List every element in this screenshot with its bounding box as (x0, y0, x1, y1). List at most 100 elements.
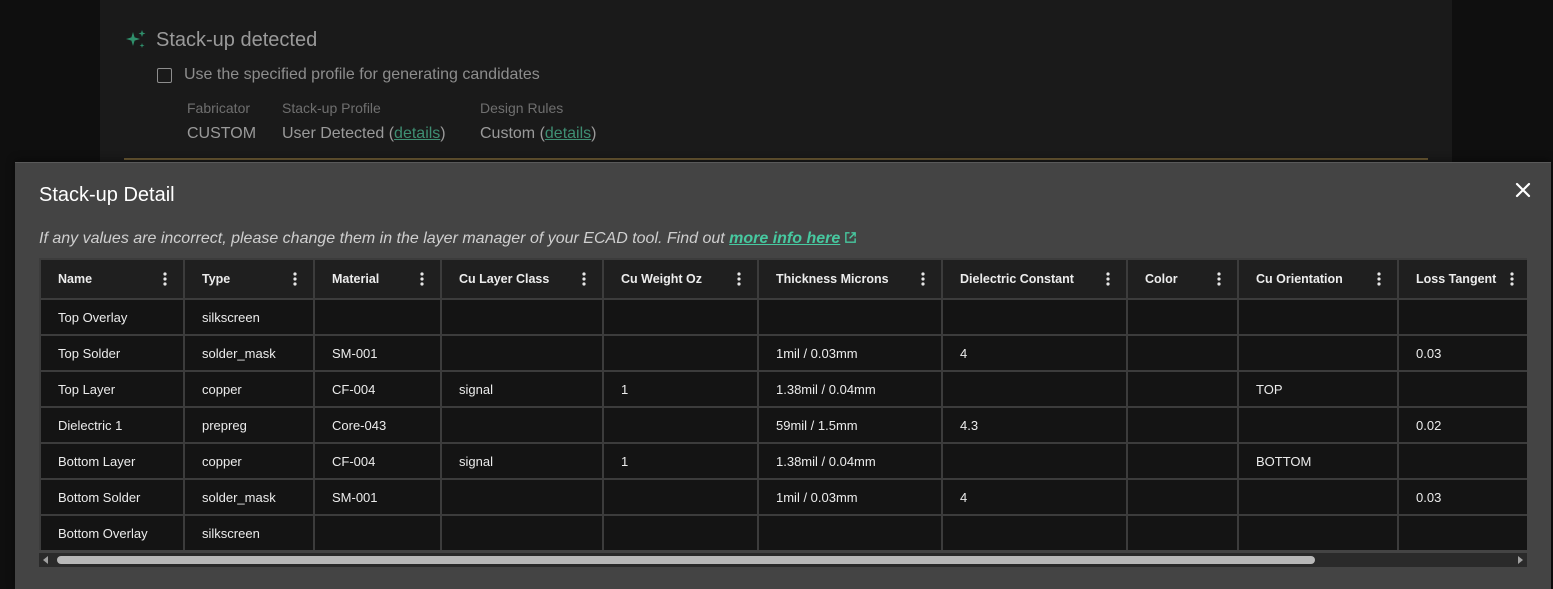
use-profile-label: Use the specified profile for generating… (184, 66, 540, 83)
scrollbar-thumb[interactable] (57, 556, 1315, 564)
column-header[interactable]: Thickness Microns (757, 258, 943, 300)
column-header[interactable]: Cu Weight Oz (602, 258, 759, 300)
column-header-content: Thickness Microns (776, 272, 940, 286)
column-header-label: Loss Tangent (1416, 272, 1497, 286)
table-cell: Top Layer (39, 370, 185, 408)
design-rules-label: Design Rules (480, 100, 564, 116)
table-cell (602, 478, 759, 516)
use-profile-checkbox[interactable] (157, 67, 172, 83)
table-row[interactable]: Bottom Solder solder_mask SM-001 1mil / 0.0… (39, 478, 1527, 516)
table-cell: 1.38mil / 0.04mm (757, 442, 943, 480)
horizontal-scrollbar[interactable] (39, 553, 1527, 567)
table-row[interactable]: Bottom Layer copper CF-004 signal 1 1.38mil /… (39, 442, 1527, 480)
column-header[interactable]: Name (39, 258, 185, 300)
table-cell: 1mil / 0.03mm (757, 334, 943, 372)
table-cell (941, 370, 1128, 408)
table-cell: CF-004 (313, 370, 442, 408)
table-row[interactable]: Top Overlay silkscreen (39, 298, 1527, 336)
stackup-detail-modal: Stack-up Detail If any values are incorr… (15, 162, 1551, 589)
fabricator-label: Fabricator (187, 100, 251, 116)
stackup-profile-label: Stack-up Profile (282, 100, 381, 116)
table-cell: 0.02 (1397, 406, 1527, 444)
table-cell: SM-001 (313, 478, 442, 516)
column-header-label: Name (58, 272, 93, 286)
table-body: Top Overlay silkscreen Top Solder solder_ma… (39, 298, 1527, 550)
table-cell (313, 298, 442, 336)
table-cell: Top Overlay (39, 298, 185, 336)
table-row[interactable]: Bottom Overlay silkscreen (39, 514, 1527, 550)
column-header-content: Type (202, 272, 312, 286)
stackup-table-container[interactable]: Name Type Material Cu Layer Class Cu Weight … (39, 258, 1527, 550)
column-menu-icon[interactable] (1377, 272, 1381, 286)
column-menu-icon[interactable] (293, 272, 297, 286)
column-header[interactable]: Color (1126, 258, 1239, 300)
table-cell (1237, 478, 1399, 516)
column-header[interactable]: Type (183, 258, 315, 300)
column-menu-icon[interactable] (163, 272, 167, 286)
table-cell: 0.03 (1397, 478, 1527, 516)
table-cell (440, 334, 604, 372)
stackup-detected-heading: Stack-up detected (124, 27, 317, 53)
close-icon[interactable] (1511, 178, 1535, 202)
table-cell: prepreg (183, 406, 315, 444)
table-cell: Bottom Overlay (39, 514, 185, 550)
column-header-label: Material (332, 272, 380, 286)
column-menu-icon[interactable] (1217, 272, 1221, 286)
table-cell (1397, 370, 1527, 408)
design-rules-field: Design Rules Custom (details) (480, 98, 596, 144)
column-header-content: Cu Weight Oz (621, 272, 756, 286)
table-cell: Bottom Solder (39, 478, 185, 516)
column-header-label: Cu Weight Oz (621, 272, 703, 286)
table-cell: silkscreen (183, 298, 315, 336)
stackup-profile-value-row: User Detected (details) (282, 125, 446, 142)
column-header-content: Loss Tangent (1416, 272, 1527, 286)
table-cell: copper (183, 370, 315, 408)
column-header-content: Color (1145, 272, 1236, 286)
table-cell (440, 478, 604, 516)
scroll-left-arrow[interactable] (43, 556, 48, 564)
use-profile-row[interactable]: Use the specified profile for generating… (157, 66, 540, 84)
table-cell: 1 (602, 370, 759, 408)
table-cell (440, 514, 604, 550)
table-row[interactable]: Top Layer copper CF-004 signal 1 1.38mil / 0.… (39, 370, 1527, 408)
column-header[interactable]: Cu Orientation (1237, 258, 1399, 300)
table-row[interactable]: Top Solder solder_mask SM-001 1mil / 0.03mm… (39, 334, 1527, 372)
notice-message: If any values are incorrect, please chan… (39, 230, 730, 247)
table-cell (757, 514, 943, 550)
column-header[interactable]: Material (313, 258, 442, 300)
column-menu-icon[interactable] (420, 272, 424, 286)
scroll-right-arrow[interactable] (1518, 556, 1523, 564)
table-cell: 1mil / 0.03mm (757, 478, 943, 516)
table-cell: CF-004 (313, 442, 442, 480)
table-row[interactable]: Dielectric 1 prepreg Core-043 59mil / 1.5mm… (39, 406, 1527, 444)
table-cell: BOTTOM (1237, 442, 1399, 480)
column-header[interactable]: Cu Layer Class (440, 258, 604, 300)
more-info-link-label: more info here (729, 230, 841, 247)
table-cell (313, 514, 442, 550)
table-cell (1237, 334, 1399, 372)
table-cell (1126, 334, 1239, 372)
column-header[interactable]: Loss Tangent (1397, 258, 1527, 300)
column-menu-icon[interactable] (921, 272, 925, 286)
table-cell: SM-001 (313, 334, 442, 372)
design-rules-details-link[interactable]: details (545, 125, 591, 142)
column-menu-icon[interactable] (737, 272, 741, 286)
section-title: Stack-up detected (156, 28, 318, 51)
table-cell: Bottom Layer (39, 442, 185, 480)
column-menu-icon[interactable] (1106, 272, 1110, 286)
column-menu-icon[interactable] (1510, 272, 1514, 286)
table-cell: 1.38mil / 0.04mm (757, 370, 943, 408)
column-header[interactable]: Dielectric Constant (941, 258, 1128, 300)
more-info-link[interactable]: more info here (729, 230, 857, 247)
table-cell (1397, 514, 1527, 550)
table-cell: 4 (941, 478, 1128, 516)
column-menu-icon[interactable] (582, 272, 586, 286)
table-cell (941, 514, 1128, 550)
sparkle-icon (126, 30, 146, 48)
stackup-profile-details-link[interactable]: details (394, 125, 440, 142)
table-cell: 0.03 (1397, 334, 1527, 372)
table-cell: signal (440, 370, 604, 408)
table-cell (1237, 298, 1399, 336)
column-header-content: Material (332, 272, 439, 286)
table-cell (757, 298, 943, 336)
